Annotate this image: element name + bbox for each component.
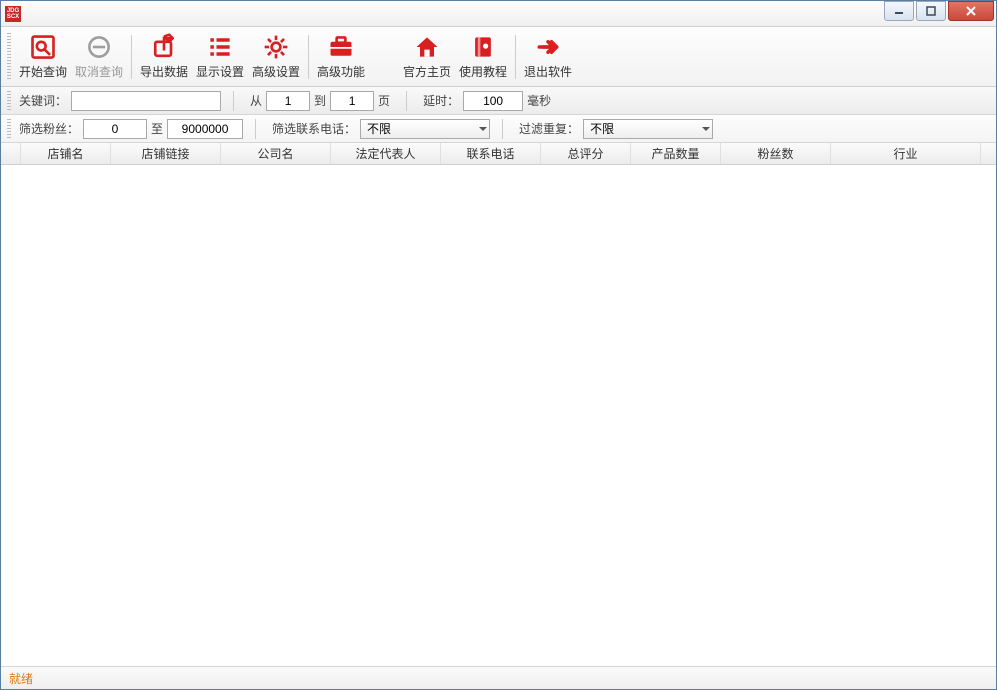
status-bar: 就绪 [1,667,996,689]
dedup-combo[interactable]: 不限 [583,119,713,139]
grid-body[interactable] [1,165,996,666]
page-label: 页 [378,92,390,109]
phone-filter-combo[interactable]: 不限 [360,119,490,139]
toolbar-button-label: 显示设置 [196,63,244,80]
phone-filter-label: 筛选联系电话： [272,120,356,137]
tutorial-button[interactable]: 使用教程 [455,30,511,84]
titlebar: JDG SCX [1,1,996,27]
to-label: 到 [314,92,326,109]
advanced-settings-button[interactable]: 高级设置 [248,30,304,84]
column-header[interactable]: 产品数量 [631,143,721,164]
filter-grip [7,119,11,139]
toolbar-button-label: 使用教程 [459,63,507,80]
maximize-button[interactable] [916,1,946,21]
minimize-button[interactable] [884,1,914,21]
briefcase-icon [327,33,355,61]
column-header[interactable]: 行业 [831,143,981,164]
exit-button[interactable]: 退出软件 [520,30,576,84]
gear-icon [262,33,290,61]
grid-header: 店铺名店铺链接公司名法定代表人联系电话总评分产品数量粉丝数行业 [1,143,996,165]
keyword-label: 关键词： [19,92,67,109]
separator [406,91,407,111]
official-home-button[interactable]: 官方主页 [399,30,455,84]
toolbar-button-label: 取消查询 [75,63,123,80]
cancel-circle-icon [85,33,113,61]
row-selector-header[interactable] [1,143,21,164]
home-icon [413,33,441,61]
window-controls [884,1,996,21]
start-query-button[interactable]: 开始查询 [15,30,71,84]
fans-to-input[interactable] [167,119,243,139]
chevron-down-icon [702,127,710,131]
delay-input[interactable] [463,91,523,111]
toolbar-button-label: 官方主页 [403,63,451,80]
export-data-button[interactable]: 导出数据 [136,30,192,84]
delay-label: 延时： [423,92,459,109]
search-doc-icon [29,33,57,61]
close-button[interactable] [948,1,994,21]
toolbar-button-label: 退出软件 [524,63,572,80]
display-settings-button[interactable]: 显示设置 [192,30,248,84]
dedup-label: 过滤重复： [519,120,579,137]
column-header[interactable]: 法定代表人 [331,143,441,164]
column-header[interactable]: 总评分 [541,143,631,164]
filter-row-1: 关键词： 从 到 页 延时： 毫秒 [1,87,996,115]
separator [233,91,234,111]
chevron-down-icon [479,127,487,131]
separator [255,119,256,139]
combo-value: 不限 [590,120,614,137]
keyword-input[interactable] [71,91,221,111]
combo-value: 不限 [367,120,391,137]
column-header[interactable]: 店铺链接 [111,143,221,164]
fans-to-label: 至 [151,120,163,137]
toolbar-button-label: 开始查询 [19,63,67,80]
filter-row-2: 筛选粉丝： 至 筛选联系电话： 不限 过滤重复： 不限 [1,115,996,143]
toolbar-button-label: 导出数据 [140,63,188,80]
main-toolbar: 开始查询取消查询导出数据显示设置高级设置高级功能 官方主页使用教程退出软件 [1,27,996,87]
page-to-input[interactable] [330,91,374,111]
app-icon: JDG SCX [5,6,21,22]
fans-from-input[interactable] [83,119,147,139]
column-header[interactable]: 公司名 [221,143,331,164]
toolbar-separator [308,35,309,79]
delay-unit-label: 毫秒 [527,92,551,109]
column-header[interactable]: 联系电话 [441,143,541,164]
separator [502,119,503,139]
fans-label: 筛选粉丝： [19,120,79,137]
advanced-func-button[interactable]: 高级功能 [313,30,369,84]
export-icon [150,33,178,61]
cancel-query-button: 取消查询 [71,30,127,84]
from-label: 从 [250,92,262,109]
page-from-input[interactable] [266,91,310,111]
toolbar-separator [131,35,132,79]
list-icon [206,33,234,61]
toolbar-grip [7,33,11,81]
logout-icon [534,33,562,61]
book-icon [469,33,497,61]
filter-grip [7,91,11,111]
column-header[interactable]: 粉丝数 [721,143,831,164]
toolbar-button-label: 高级功能 [317,63,365,80]
data-grid: 店铺名店铺链接公司名法定代表人联系电话总评分产品数量粉丝数行业 [1,143,996,667]
column-header[interactable]: 店铺名 [21,143,111,164]
toolbar-button-label: 高级设置 [252,63,300,80]
toolbar-separator [515,35,516,79]
status-text: 就绪 [9,670,33,687]
